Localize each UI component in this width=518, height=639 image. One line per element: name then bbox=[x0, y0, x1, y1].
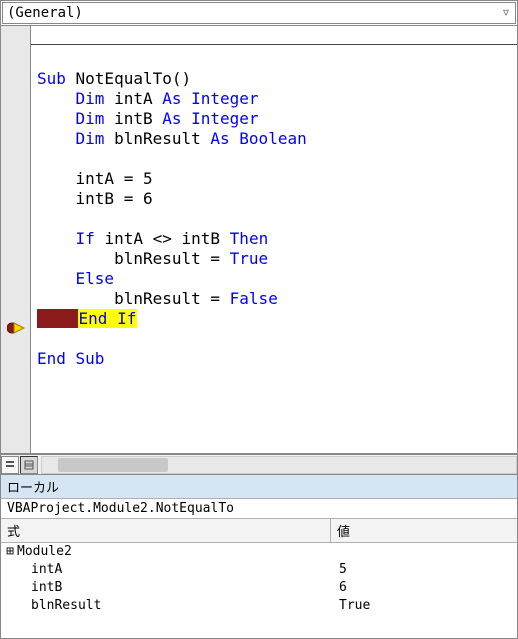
keyword-as-integer: As Integer bbox=[162, 89, 258, 108]
full-module-view-button[interactable] bbox=[20, 456, 38, 474]
locals-value: 5 bbox=[333, 561, 517, 579]
locals-value: True bbox=[333, 597, 517, 615]
keyword-true: True bbox=[230, 249, 269, 268]
locals-row[interactable]: blnResult True bbox=[1, 597, 517, 615]
keyword-dim: Dim bbox=[76, 89, 115, 108]
locals-value bbox=[333, 543, 517, 561]
locals-header: 式 値 bbox=[1, 519, 517, 543]
keyword-as-integer: As Integer bbox=[162, 109, 258, 128]
chevron-down-icon: ▽ bbox=[503, 8, 509, 19]
expand-spacer bbox=[3, 561, 17, 579]
locals-name: Module2 bbox=[17, 543, 333, 561]
locals-context: VBAProject.Module2.NotEqualTo bbox=[1, 499, 517, 519]
view-buttons-row bbox=[1, 454, 517, 474]
procedure-view-icon bbox=[5, 460, 15, 470]
keyword-end-sub: End Sub bbox=[37, 349, 104, 368]
vba-editor-window: (General) ▽ Sub NotEqualTo() Dim intA As… bbox=[0, 0, 518, 639]
locals-header-expression[interactable]: 式 bbox=[1, 519, 331, 542]
object-dropdown-label: (General) bbox=[7, 5, 83, 21]
dropdown-bar: (General) ▽ bbox=[1, 1, 517, 26]
assign-b: intB = 6 bbox=[37, 189, 153, 208]
keyword-sub: Sub bbox=[37, 69, 76, 88]
locals-pane: ローカル VBAProject.Module2.NotEqualTo 式 値 ⊞… bbox=[1, 474, 517, 638]
full-module-view-icon bbox=[24, 460, 34, 470]
procedure-view-button[interactable] bbox=[1, 456, 19, 474]
keyword-else: Else bbox=[76, 269, 115, 288]
keyword-dim: Dim bbox=[76, 129, 115, 148]
expand-spacer bbox=[3, 597, 17, 615]
code-area: Sub NotEqualTo() Dim intA As Integer Dim… bbox=[1, 26, 517, 454]
keyword-then: Then bbox=[230, 229, 269, 248]
locals-value: 6 bbox=[333, 579, 517, 597]
assign-a: intA = 5 bbox=[37, 169, 153, 188]
scrollbar-thumb[interactable] bbox=[58, 458, 168, 472]
var-r: blnResult bbox=[114, 129, 210, 148]
res-true-pre: blnResult = bbox=[37, 249, 230, 268]
keyword-false: False bbox=[230, 289, 278, 308]
locals-body[interactable]: ⊞ Module2 intA 5 intB 6 blnResult True bbox=[1, 543, 517, 638]
locals-row[interactable]: ⊞ Module2 bbox=[1, 543, 517, 561]
sub-name: NotEqualTo() bbox=[76, 69, 192, 88]
keyword-if: If bbox=[76, 229, 105, 248]
current-line-highlight: End If bbox=[78, 309, 138, 328]
breakpoint-highlight bbox=[37, 309, 78, 328]
keyword-dim: Dim bbox=[76, 109, 115, 128]
locals-row[interactable]: intA 5 bbox=[1, 561, 517, 579]
locals-row[interactable]: intB 6 bbox=[1, 579, 517, 597]
locals-name: blnResult bbox=[17, 597, 333, 615]
expand-icon[interactable]: ⊞ bbox=[3, 543, 17, 561]
locals-title: ローカル bbox=[1, 475, 517, 499]
code-editor[interactable]: Sub NotEqualTo() Dim intA As Integer Dim… bbox=[31, 26, 517, 453]
locals-header-value[interactable]: 値 bbox=[331, 519, 517, 542]
res-false-pre: blnResult = bbox=[37, 289, 230, 308]
object-dropdown[interactable]: (General) ▽ bbox=[2, 2, 516, 24]
indicator-margin[interactable] bbox=[1, 26, 31, 453]
execution-pointer-icon bbox=[7, 321, 25, 335]
locals-name: intB bbox=[17, 579, 333, 597]
expand-spacer bbox=[3, 579, 17, 597]
if-cond: intA <> intB bbox=[104, 229, 229, 248]
var-a: intA bbox=[114, 89, 162, 108]
keyword-as-boolean: As Boolean bbox=[210, 129, 306, 148]
horizontal-scrollbar[interactable] bbox=[41, 456, 517, 474]
var-b: intB bbox=[114, 109, 162, 128]
locals-name: intA bbox=[17, 561, 333, 579]
code-block: Sub NotEqualTo() Dim intA As Integer Dim… bbox=[31, 44, 517, 393]
